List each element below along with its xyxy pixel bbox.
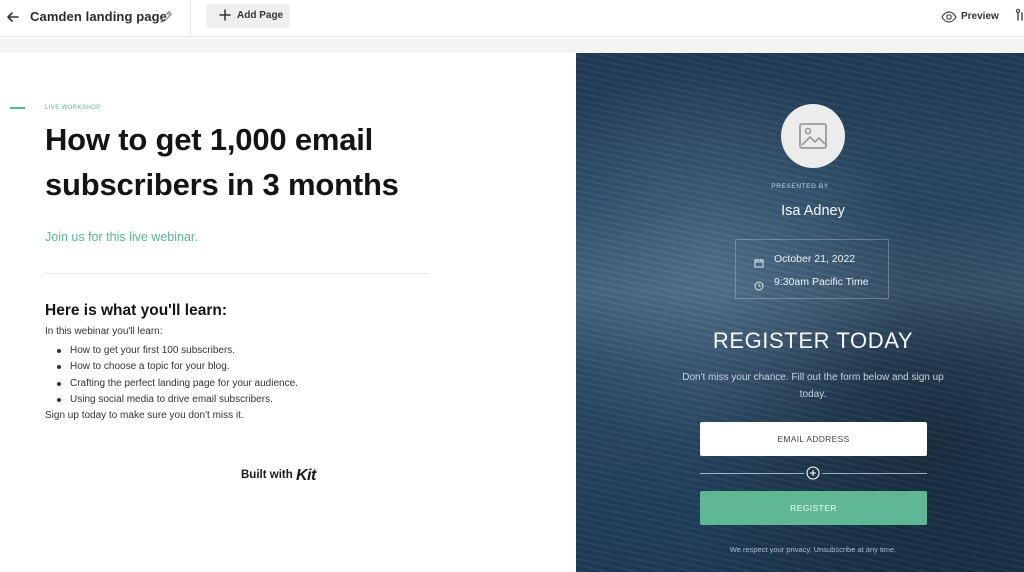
editor-toolbar: Camden landing page Add Page Preview [0, 0, 1024, 37]
headline[interactable]: How to get 1,000 email subscribers in 3 … [45, 117, 465, 207]
learn-list: How to get your first 100 subscribers. H… [45, 343, 298, 408]
subheading[interactable]: Join us for this live webinar. [45, 230, 198, 244]
learn-outro[interactable]: Sign up today to make sure you don't mis… [45, 410, 244, 421]
learn-title[interactable]: Here is what you'll learn: [45, 302, 227, 320]
add-page-label: Add Page [237, 10, 284, 21]
email-field[interactable] [700, 422, 927, 456]
register-subtext[interactable]: Don't miss your chance. Fill out the for… [681, 369, 945, 403]
page-title: Camden landing page [30, 9, 167, 24]
divider [45, 273, 429, 274]
divider-right [822, 473, 927, 474]
list-item[interactable]: How to choose a topic for your blog. [45, 359, 298, 375]
event-details: October 21, 2022 9:30am Pacific Time [735, 239, 889, 299]
preview-label: Preview [961, 11, 999, 22]
kit-logo: Kit [296, 467, 316, 484]
eye-icon [941, 10, 957, 24]
settings-icon[interactable] [1014, 8, 1024, 22]
register-button[interactable]: REGISTER [700, 491, 927, 525]
learn-intro[interactable]: In this webinar you'll learn: [45, 326, 163, 337]
pencil-icon[interactable] [158, 9, 174, 25]
landing-content: LIVE WORKSHOP How to get 1,000 email sub… [0, 53, 576, 572]
arrow-left-icon[interactable] [4, 8, 22, 26]
signup-panel: PRESENTED BY Isa Adney October 21, 2022 … [576, 53, 1024, 572]
register-heading[interactable]: REGISTER TODAY [576, 328, 1024, 354]
privacy-note: We respect your privacy. Unsubscribe at … [729, 545, 897, 554]
list-item[interactable]: Crafting the perfect landing page for yo… [45, 376, 298, 392]
calendar-icon [754, 255, 764, 268]
list-item[interactable]: How to get your first 100 subscribers. [45, 343, 298, 359]
event-time-text: 9:30am Pacific Time [774, 276, 869, 288]
plus-circle-icon[interactable] [806, 466, 820, 480]
accent-dash [10, 107, 25, 109]
event-date-text: October 21, 2022 [774, 253, 856, 265]
plus-icon [218, 8, 232, 22]
divider-left [700, 473, 804, 474]
image-placeholder-icon [799, 123, 827, 149]
presented-by-label: PRESENTED BY [771, 183, 829, 190]
avatar[interactable] [781, 104, 845, 168]
canvas-background [0, 38, 1024, 53]
add-page-button[interactable]: Add Page [206, 4, 290, 28]
presenter-name[interactable]: Isa Adney [576, 203, 1024, 219]
eyebrow-text: LIVE WORKSHOP [45, 105, 101, 111]
clock-icon [754, 278, 764, 291]
list-item[interactable]: Using social media to drive email subscr… [45, 392, 298, 408]
toolbar-divider [190, 0, 191, 37]
built-with-text: Built with [241, 469, 293, 481]
